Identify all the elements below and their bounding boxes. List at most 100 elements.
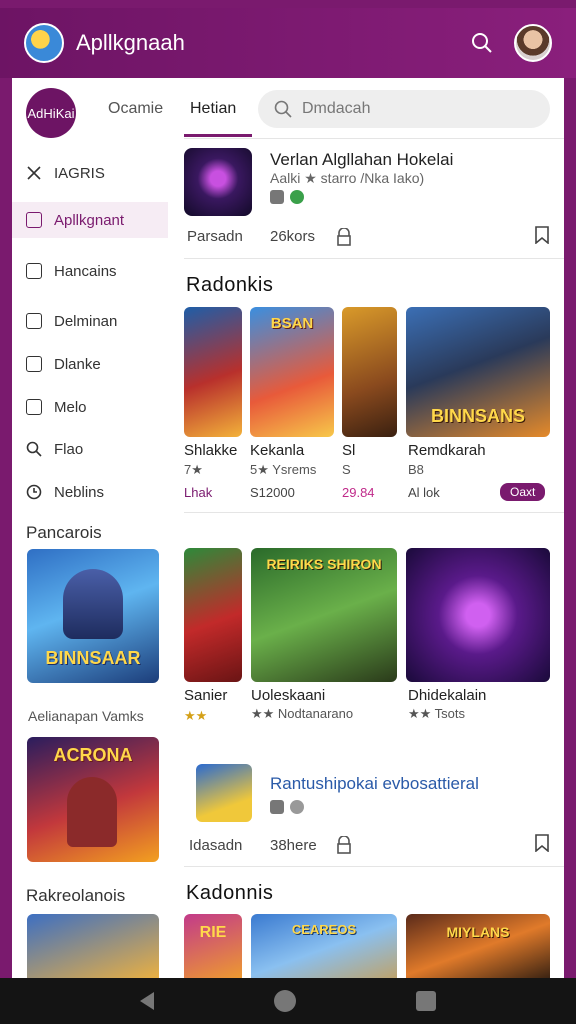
game-card-title[interactable]: Kekanla xyxy=(250,442,304,459)
game-card-image[interactable]: CEAREOS xyxy=(251,914,397,978)
divider xyxy=(184,138,564,139)
game-card-image[interactable] xyxy=(406,548,550,682)
game-card-title[interactable]: Sanier xyxy=(184,687,227,704)
game-card-image[interactable] xyxy=(184,307,242,437)
app-title: Apllkgnaah xyxy=(76,30,185,55)
featured-meta-mid: 26kors xyxy=(270,228,316,245)
game-card-image[interactable]: RIE xyxy=(184,914,242,978)
section-title: Kadonnis xyxy=(186,882,274,904)
badge-icon xyxy=(270,190,284,204)
game-card-rating: 5★ Ysrems xyxy=(250,462,317,477)
sidebar-section-title: Pancarois xyxy=(26,523,102,542)
sidebar-item-delminan[interactable]: Delminan xyxy=(12,303,168,339)
game-card-rating: ★★ Nodtanarano xyxy=(251,706,354,721)
app-meta-left: Idasadn xyxy=(189,837,243,854)
back-icon[interactable] xyxy=(140,992,154,1010)
featured-meta-left: Parsadn xyxy=(187,228,243,245)
chart-icon xyxy=(26,313,42,329)
thumbnail-caption: Aelianapan Vamks xyxy=(28,708,144,724)
game-card-image[interactable]: MIYLANS xyxy=(406,914,550,978)
game-card-rating: ★★ xyxy=(184,708,208,723)
game-card-image[interactable]: REIRIKS SHIRON xyxy=(251,548,397,682)
sidebar-item-dlanke[interactable]: Dlanke xyxy=(12,346,168,382)
game-thumbnail[interactable] xyxy=(27,914,159,978)
sidebar-item-label: Neblins xyxy=(54,483,105,501)
sidebar-item-label: Dlanke xyxy=(54,355,101,373)
thumbnail-title: CEAREOS xyxy=(291,922,357,937)
app-title[interactable]: Rantushipokai evbosattieral xyxy=(270,774,479,794)
search-icon xyxy=(26,441,42,457)
search-placeholder: Dmdacah xyxy=(302,100,371,117)
bookmark-icon[interactable] xyxy=(534,226,550,244)
app-icon[interactable] xyxy=(196,764,252,822)
sidebar-item-label: Flao xyxy=(54,440,84,458)
game-card-rating: S xyxy=(342,462,351,477)
list-icon xyxy=(26,356,42,372)
search-icon[interactable] xyxy=(468,29,496,57)
thumbnail-title: BINNSAAR xyxy=(45,648,141,668)
thumbnail-title: BINNSANS xyxy=(430,406,525,426)
thumbnail-title: MIYLANS xyxy=(446,924,510,940)
app-badges xyxy=(270,800,304,814)
badge-icon xyxy=(290,800,304,814)
game-card-image[interactable] xyxy=(342,307,397,437)
sidebar-item-hancains[interactable]: Hancains xyxy=(12,253,168,289)
sidebar-item-label: Delminan xyxy=(54,312,118,330)
install-button[interactable]: Oaxt xyxy=(500,483,546,501)
sidebar-item-apllkgnant[interactable]: Apllkgnant xyxy=(12,202,168,238)
tab-indicator xyxy=(184,134,252,137)
badge-icon xyxy=(270,800,284,814)
game-card-price: Lhak xyxy=(184,485,213,500)
brand-badge[interactable]: AdHiKai xyxy=(26,88,76,138)
sidebar-item-label: IAGRIS xyxy=(54,164,105,182)
thumbnail-title: ACRONA xyxy=(53,745,133,765)
sidebar-item-label: Apllkgnant xyxy=(54,211,125,229)
search-input[interactable]: Dmdacah xyxy=(258,90,550,128)
recent-apps-icon[interactable] xyxy=(416,991,436,1011)
featured-app-icon[interactable] xyxy=(184,148,252,216)
sidebar-item-neblins[interactable]: Neblins xyxy=(12,474,168,510)
game-icon xyxy=(26,263,42,279)
sidebar-item-label: Melo xyxy=(54,398,87,416)
game-card-price: 29.84 xyxy=(342,485,375,500)
system-nav-bar xyxy=(0,978,576,1024)
thumbnail-title: BSAN xyxy=(270,315,314,332)
featured-badges xyxy=(270,190,304,204)
game-card-rating: 7★ xyxy=(184,462,203,477)
game-card-title[interactable]: Uoleskaani xyxy=(251,687,325,704)
appbar-actions xyxy=(468,24,552,62)
game-card-title[interactable]: Remdkarah xyxy=(408,442,486,459)
game-thumbnail[interactable]: ACRONA xyxy=(27,737,159,862)
game-card-title[interactable]: Dhidekalain xyxy=(408,687,486,704)
game-card-image[interactable] xyxy=(184,548,242,682)
sidebar-item-label: Hancains xyxy=(54,262,117,280)
game-thumbnail[interactable]: BINNSAAR xyxy=(27,549,159,683)
thumbnail-title: REIRIKS SHIRON xyxy=(266,556,382,572)
home-icon[interactable] xyxy=(274,990,296,1012)
featured-title[interactable]: Verlan Algllahan Hokelai xyxy=(270,150,453,170)
square-icon xyxy=(26,399,42,415)
divider xyxy=(184,258,564,259)
game-card-title[interactable]: Shlakke xyxy=(184,442,237,459)
sidebar-item-flao[interactable]: Flao xyxy=(12,431,168,467)
game-card-price: Al lok xyxy=(408,485,440,500)
game-card-image[interactable]: BSAN xyxy=(250,307,334,437)
lock-icon[interactable] xyxy=(336,228,352,246)
tab-hetian[interactable]: Hetian xyxy=(190,100,236,118)
sidebar-item-iagris[interactable]: IAGRIS xyxy=(12,155,168,191)
app-meta-mid: 38here xyxy=(270,837,317,854)
divider xyxy=(184,866,564,867)
lock-icon[interactable] xyxy=(336,836,352,854)
close-icon xyxy=(27,166,41,180)
avatar[interactable] xyxy=(514,24,552,62)
game-card-image[interactable]: BINNSANS xyxy=(406,307,550,437)
clock-icon xyxy=(26,484,42,500)
featured-subtitle: Aalki ★ starro /Nka Iako) xyxy=(270,170,425,186)
badge-icon xyxy=(290,190,304,204)
sidebar-item-melo[interactable]: Melo xyxy=(12,389,168,425)
game-card-price: S12000 xyxy=(250,485,295,500)
game-card-rating: ★★ Tsots xyxy=(408,706,466,721)
bookmark-icon[interactable] xyxy=(534,834,550,852)
game-card-title[interactable]: Sl xyxy=(342,442,355,459)
game-card-rating: B8 xyxy=(408,462,424,477)
